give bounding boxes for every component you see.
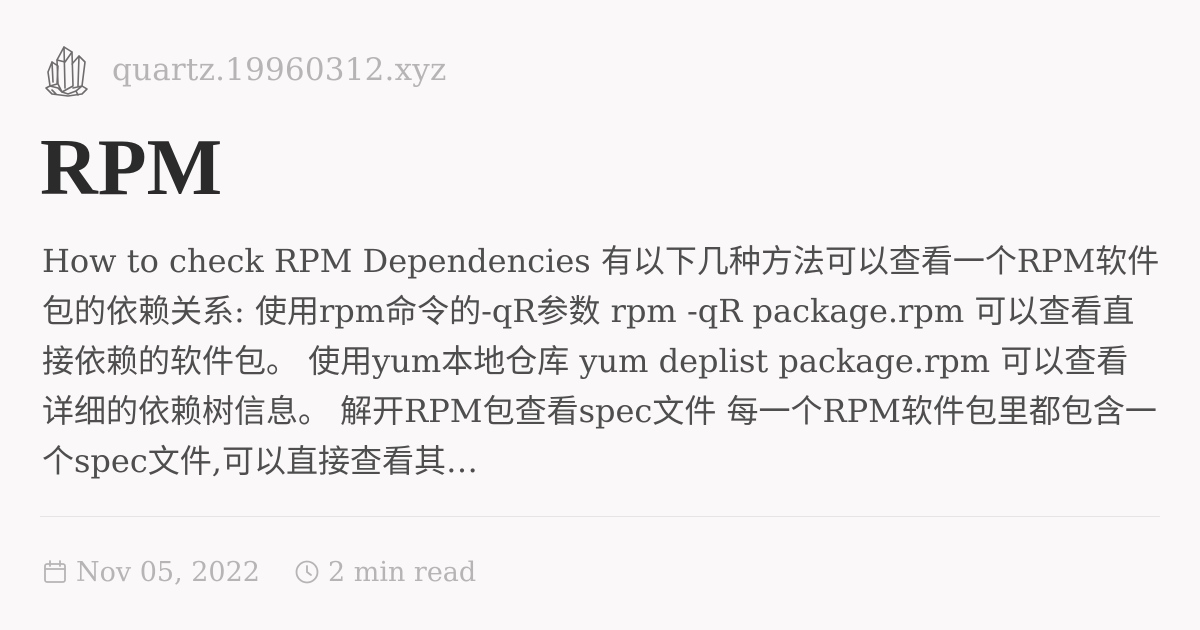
reading-time-text: 2 min read bbox=[327, 556, 477, 588]
publish-date: Nov 05, 2022 bbox=[42, 557, 260, 588]
calendar-icon bbox=[44, 560, 66, 583]
reading-time: 2 min read bbox=[294, 557, 476, 588]
social-preview-card: quartz.19960312.xyz RPM How to check RPM… bbox=[0, 0, 1200, 630]
post-meta: Nov 05, 2022 2 min read bbox=[42, 552, 476, 592]
post-description: How to check RPM Dependencies 有以下几种方法可以查… bbox=[42, 242, 1160, 480]
publish-date-text: Nov 05, 2022 bbox=[76, 556, 260, 588]
site-header: quartz.19960312.xyz bbox=[42, 40, 447, 100]
divider bbox=[40, 516, 1160, 517]
page-title: RPM bbox=[40, 124, 223, 212]
crystal-cluster-icon bbox=[45, 46, 88, 97]
site-name[interactable]: quartz.19960312.xyz bbox=[112, 52, 447, 88]
clock-icon bbox=[295, 560, 319, 584]
